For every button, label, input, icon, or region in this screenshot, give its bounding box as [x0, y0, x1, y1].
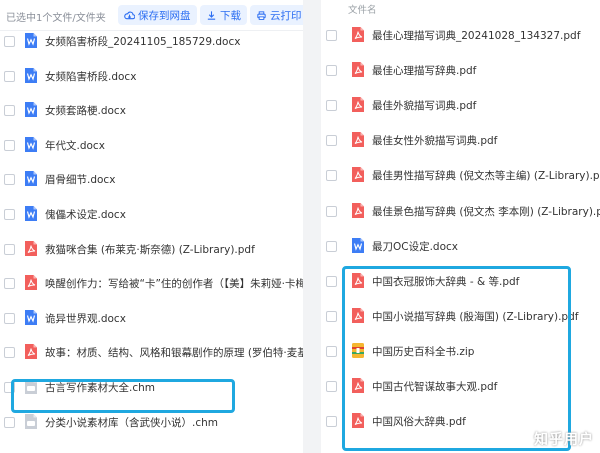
row-checkbox[interactable]: [326, 135, 337, 147]
file-name[interactable]: 女频套路梗.docx: [45, 103, 126, 118]
file-name[interactable]: 最佳心理描写辞典.pdf: [372, 63, 476, 78]
file-name[interactable]: 最刀OC设定.docx: [372, 239, 458, 254]
file-row[interactable]: 最佳外貌描写词典.pdf: [321, 88, 600, 122]
file-row[interactable]: 救猫咪合集 (布莱克·斯奈德) (Z-Library).pdf: [0, 232, 303, 266]
file-row[interactable]: 女频陷害桥段_20241105_185729.docx: [0, 24, 303, 58]
file-row[interactable]: 最佳景色描写辞典 (倪文杰 李本刚) (Z-Library).pdf: [321, 194, 600, 228]
row-checkbox[interactable]: [4, 105, 15, 117]
file-row[interactable]: 女频陷害桥段.docx: [0, 59, 303, 93]
file-pdf-icon: [351, 96, 365, 113]
file-word-icon: [351, 237, 365, 254]
file-name[interactable]: 年代文.docx: [45, 138, 105, 153]
selection-highlight-box: [342, 266, 571, 451]
selection-highlight-box: [11, 379, 235, 413]
file-name[interactable]: 傀儡术设定.docx: [45, 207, 126, 222]
file-name[interactable]: 最佳男性描写辞典 (倪文杰等主编) (Z-Library).pdf: [372, 168, 600, 183]
row-checkbox[interactable]: [326, 65, 337, 77]
file-name[interactable]: 女频陷害桥段.docx: [45, 69, 136, 84]
file-pdf-icon: [351, 61, 365, 78]
file-name[interactable]: 救猫咪合集 (布莱克·斯奈德) (Z-Library).pdf: [45, 242, 255, 257]
file-pdf-icon: [24, 240, 38, 257]
file-row[interactable]: 故事：材质、结构、风格和银幕剧作的原理 (罗伯特·麦基) (Z-Library: [0, 335, 303, 369]
file-name[interactable]: 唤醒创作力：写给被“卡”住的创作者（【美】朱莉娅·卡梅伦庄云路译）: [45, 276, 303, 291]
file-word-icon: [24, 170, 38, 187]
row-checkbox[interactable]: [326, 381, 337, 392]
file-word-icon: [24, 136, 38, 153]
file-row[interactable]: 最佳心理描写词典_20241028_134327.pdf: [321, 18, 600, 52]
save-to-drive-label: 保存到网盘: [138, 9, 191, 22]
left-file-pane: 已选中1个文件/文件夹 保存到网盘 下载 云打印 女频陷害桥段_20241105…: [0, 0, 303, 453]
download-label: 下载: [220, 9, 241, 22]
row-checkbox[interactable]: [4, 70, 15, 82]
row-checkbox[interactable]: [326, 275, 337, 287]
file-name[interactable]: 女频陷害桥段_20241105_185729.docx: [45, 34, 240, 49]
row-checkbox[interactable]: [326, 310, 337, 322]
cloud-save-icon: [124, 11, 135, 19]
file-name[interactable]: 最佳女性外貌描写词典.pdf: [372, 133, 497, 148]
column-header-filename: 文件名: [348, 5, 377, 16]
file-pdf-icon: [351, 26, 365, 43]
file-name[interactable]: 诡异世界观.docx: [45, 311, 126, 326]
file-row[interactable]: 诡异世界观.docx: [0, 301, 303, 335]
file-word-icon: [24, 32, 38, 49]
row-checkbox[interactable]: [4, 312, 15, 324]
file-name[interactable]: 最佳外貌描写词典.pdf: [372, 98, 476, 113]
file-row[interactable]: 女频套路梗.docx: [0, 93, 303, 127]
file-row[interactable]: 最刀OC设定.docx: [321, 229, 600, 263]
row-checkbox[interactable]: [326, 240, 337, 252]
download-icon: [207, 10, 216, 20]
file-pdf-icon: [351, 202, 365, 219]
watermark-text: 知乎用户: [534, 432, 594, 448]
cloud-print-button[interactable]: 云打印: [250, 5, 303, 25]
file-pdf-icon: [351, 131, 365, 148]
file-pdf-icon: [351, 166, 365, 183]
file-name[interactable]: 分类小说素材库（含武侠小说）.chm: [45, 415, 218, 430]
row-checkbox[interactable]: [326, 416, 337, 428]
file-name[interactable]: 最佳景色描写辞典 (倪文杰 李本刚) (Z-Library).pdf: [372, 204, 600, 219]
file-row[interactable]: 最佳男性描写辞典 (倪文杰等主编) (Z-Library).pdf: [321, 158, 600, 192]
row-checkbox[interactable]: [326, 205, 337, 217]
row-checkbox[interactable]: [326, 345, 337, 357]
file-name[interactable]: 最佳心理描写词典_20241028_134327.pdf: [372, 28, 580, 43]
row-checkbox[interactable]: [326, 100, 337, 112]
right-file-pane: 文件名 最佳心理描写词典_20241028_134327.pdf 最佳心理描写辞典…: [321, 0, 600, 453]
row-checkbox[interactable]: [4, 36, 15, 47]
file-name[interactable]: 故事：材质、结构、风格和银幕剧作的原理 (罗伯特·麦基) (Z-Library: [45, 345, 303, 360]
file-word-icon: [24, 101, 38, 118]
selection-count-text: 已选中1个文件/文件夹: [6, 13, 106, 24]
row-checkbox[interactable]: [4, 174, 15, 186]
printer-icon: [257, 10, 266, 20]
file-word-icon: [24, 309, 38, 326]
file-row[interactable]: 最佳女性外貌描写词典.pdf: [321, 123, 600, 157]
row-checkbox[interactable]: [4, 347, 15, 359]
column-header: 文件名: [321, 0, 600, 16]
file-word-icon: [24, 205, 38, 222]
file-chm-icon: [24, 413, 38, 430]
row-checkbox[interactable]: [4, 243, 15, 255]
cloud-print-label: 云打印: [270, 9, 302, 22]
file-name[interactable]: 眉骨细节.docx: [45, 172, 115, 187]
file-pdf-icon: [24, 274, 38, 291]
file-row[interactable]: 最佳心理描写辞典.pdf: [321, 53, 600, 87]
row-checkbox[interactable]: [4, 139, 15, 151]
row-checkbox[interactable]: [326, 170, 337, 182]
file-row[interactable]: 唤醒创作力：写给被“卡”住的创作者（【美】朱莉娅·卡梅伦庄云路译）: [0, 266, 303, 300]
file-row[interactable]: 眉骨细节.docx: [0, 162, 303, 196]
row-checkbox[interactable]: [326, 30, 337, 41]
save-to-drive-button[interactable]: 保存到网盘: [118, 5, 197, 25]
file-row[interactable]: 年代文.docx: [0, 128, 303, 162]
file-row[interactable]: 傀儡术设定.docx: [0, 197, 303, 231]
row-checkbox[interactable]: [4, 416, 15, 428]
row-checkbox[interactable]: [4, 209, 15, 220]
row-checkbox[interactable]: [4, 278, 15, 290]
file-word-icon: [24, 67, 38, 84]
file-pdf-icon: [24, 343, 38, 360]
pane-divider: [303, 0, 321, 453]
download-button[interactable]: 下载: [200, 5, 247, 25]
